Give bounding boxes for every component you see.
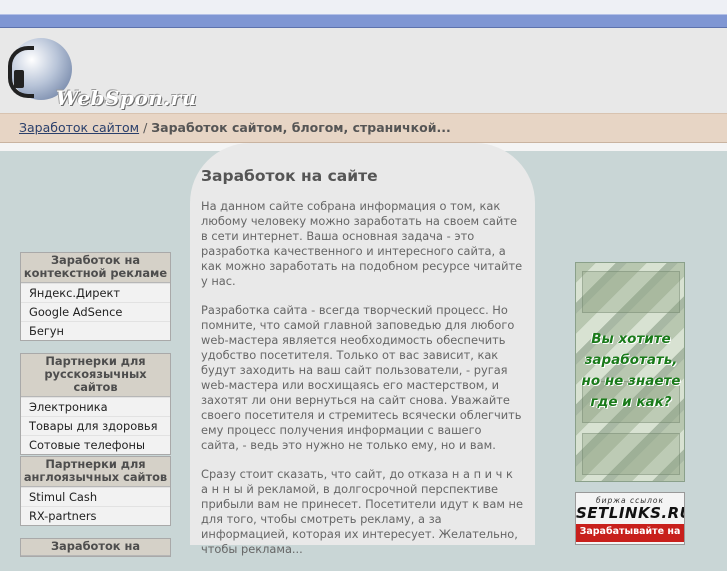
ad-line: заработать, bbox=[584, 352, 678, 368]
menu-item-electronics[interactable]: Электроника bbox=[21, 397, 170, 416]
menu-item-begun[interactable]: Бегун bbox=[21, 321, 170, 340]
menu-title: Заработок на bbox=[21, 539, 170, 556]
banknote-decoration bbox=[582, 433, 680, 475]
breadcrumb: Заработок сайтом / Заработок сайтом, бло… bbox=[0, 113, 727, 143]
menu-context-ads: Заработок на контекстной рекламе Яндекс.… bbox=[20, 252, 171, 341]
breadcrumb-current: Заработок сайтом, блогом, страничкой... bbox=[151, 120, 451, 135]
paragraph-intro: На данном сайте собрана информация о том… bbox=[201, 199, 523, 288]
site-header: WebSpon.ru bbox=[0, 28, 727, 113]
ad-line: но не знаете bbox=[581, 373, 681, 389]
top-blue-bar bbox=[0, 14, 727, 28]
usb-plug-icon bbox=[14, 70, 24, 88]
ad-line: где и как? bbox=[590, 394, 672, 410]
setlinks-logo: SETLINKS.RU bbox=[576, 504, 685, 522]
page-title: Заработок на сайте bbox=[201, 167, 378, 185]
banknote-decoration bbox=[582, 271, 680, 313]
menu-russian-partners: Партнерки для русскоязычных сайтов Элект… bbox=[20, 353, 171, 455]
menu-item-google-adsense[interactable]: Google AdSence bbox=[21, 302, 170, 321]
menu-item-yandex-direct[interactable]: Яндекс.Директ bbox=[21, 283, 170, 302]
menu-item-health-goods[interactable]: Товары для здоровья bbox=[21, 416, 170, 435]
menu-earnings: Заработок на bbox=[20, 538, 171, 557]
paragraph-development: Разработка сайта - всегда творческий про… bbox=[201, 303, 522, 452]
ad-line: Вы хотите bbox=[591, 331, 671, 347]
menu-item-rx-partners[interactable]: RX-partners bbox=[21, 506, 170, 525]
menu-title: Партнерки для англоязычных сайтов bbox=[21, 457, 170, 487]
breadcrumb-separator: / bbox=[143, 120, 148, 135]
money-ad-banner[interactable]: Вы хотите заработать, но не знаете где и… bbox=[575, 262, 685, 482]
menu-english-partners: Партнерки для англоязычных сайтов Stimul… bbox=[20, 456, 171, 526]
menu-item-stimul-cash[interactable]: Stimul Cash bbox=[21, 487, 170, 506]
logo-text: WebSpon.ru bbox=[56, 86, 197, 110]
menu-item-cell-phones[interactable]: Сотовые телефоны bbox=[21, 435, 170, 454]
setlinks-ad-banner[interactable]: биржа ссылок SETLINKS.RU Зарабатывайте н… bbox=[575, 492, 685, 545]
main-content: Заработок на сайте На данном сайте собра… bbox=[190, 143, 535, 556]
site-logo[interactable]: WebSpon.ru bbox=[0, 28, 210, 113]
paragraph-advertising: Сразу стоит сказать, что сайт, до отказа… bbox=[201, 467, 523, 556]
menu-title: Партнерки для русскоязычных сайтов bbox=[21, 354, 170, 397]
ad-text: Вы хотите заработать, но не знаете где и… bbox=[576, 329, 684, 413]
top-strip bbox=[0, 0, 727, 14]
setlinks-cta: Зарабатывайте на bbox=[576, 524, 684, 542]
breadcrumb-link-earnings[interactable]: Заработок сайтом bbox=[19, 120, 139, 135]
menu-title: Заработок на контекстной рекламе bbox=[21, 253, 170, 283]
